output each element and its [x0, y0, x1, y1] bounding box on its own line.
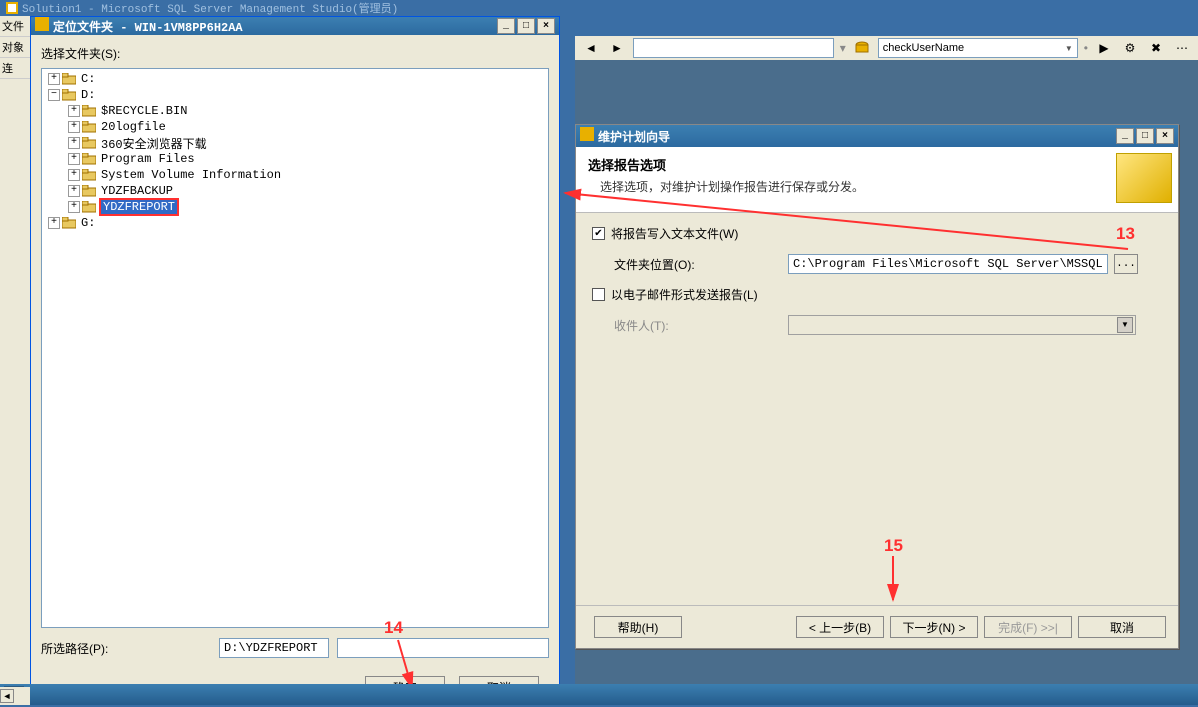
- annotation-14: 14: [384, 618, 403, 638]
- folder-icon: [82, 121, 96, 133]
- tree-item[interactable]: $RECYCLE.BIN: [99, 104, 189, 118]
- tree-item[interactable]: 20logfile: [99, 120, 168, 134]
- drive-icon: [62, 217, 76, 229]
- tree-item[interactable]: YDZFBACKUP: [99, 184, 175, 198]
- wizard-banner-icon: [1116, 153, 1172, 203]
- procedure-select[interactable]: checkUserName ▼: [878, 38, 1078, 58]
- expander-icon[interactable]: +: [68, 201, 80, 213]
- wizard-title: 维护计划向导: [598, 128, 670, 145]
- folder-dialog-icon: [35, 17, 49, 35]
- prev-button[interactable]: < 上一步(B): [796, 616, 884, 638]
- expander-icon[interactable]: +: [48, 217, 60, 229]
- execute-icon[interactable]: ▶: [1094, 38, 1114, 58]
- email-report-checkbox[interactable]: [592, 288, 605, 301]
- folder-icon: [82, 169, 96, 181]
- expander-icon[interactable]: +: [48, 73, 60, 85]
- tools-icon[interactable]: ✖: [1146, 38, 1166, 58]
- maintenance-wizard-dialog: 维护计划向导 _ □ × 选择报告选项 选择选项，对维护计划操作报告进行保存或分…: [575, 124, 1179, 649]
- annotation-13: 13: [1116, 224, 1135, 244]
- close-icon[interactable]: ×: [1156, 128, 1174, 144]
- more-icon[interactable]: ⋯: [1172, 38, 1192, 58]
- wizard-body: ✔ 将报告写入文本文件(W) 文件夹位置(O): ... 以电子邮件形式发送报告…: [576, 213, 1178, 605]
- toolbar: ◄ ► ▾ checkUserName ▼ • ▶ ⚙ ✖ ⋯: [575, 36, 1198, 60]
- expander-icon[interactable]: +: [68, 169, 80, 181]
- cancel-button[interactable]: 取消: [1078, 616, 1166, 638]
- minimize-icon[interactable]: _: [1116, 128, 1134, 144]
- wizard-icon: [580, 127, 594, 145]
- selected-path-label: 所选路径(P):: [41, 640, 211, 657]
- next-button[interactable]: 下一步(N) >: [890, 616, 978, 638]
- write-report-label: 将报告写入文本文件(W): [611, 225, 738, 242]
- folder-dialog-title: 定位文件夹 - WIN-1VM8PP6H2AA: [53, 18, 243, 35]
- select-folder-label: 选择文件夹(S):: [41, 45, 549, 62]
- folder-icon: [82, 153, 96, 165]
- folder-dialog-titlebar: 定位文件夹 - WIN-1VM8PP6H2AA _ □ ×: [31, 17, 559, 35]
- browse-button[interactable]: ...: [1114, 254, 1138, 274]
- folder-icon: [82, 137, 96, 149]
- folder-icon: [82, 201, 96, 213]
- tree-item[interactable]: C:: [79, 72, 97, 86]
- recipient-label: 收件人(T):: [592, 317, 782, 334]
- write-report-checkbox[interactable]: ✔: [592, 227, 605, 240]
- tree-item-selected[interactable]: YDZFREPORT: [99, 198, 179, 216]
- tree-item[interactable]: 360安全浏览器下载: [99, 135, 209, 152]
- folder-tree[interactable]: + C: − D: + $RECYCLE.BIN +20logfile +360安…: [41, 68, 549, 628]
- tree-item[interactable]: G:: [79, 216, 97, 230]
- expander-icon[interactable]: +: [68, 105, 80, 117]
- folder-picker-dialog: 定位文件夹 - WIN-1VM8PP6H2AA _ □ × 选择文件夹(S): …: [30, 16, 560, 696]
- finish-button: 完成(F) >>|: [984, 616, 1072, 638]
- expander-icon[interactable]: −: [48, 89, 60, 101]
- chevron-down-icon: ▼: [1117, 317, 1133, 333]
- annotation-15: 15: [884, 536, 903, 556]
- taskbar: [0, 684, 1198, 705]
- wizard-footer: 帮助(H) < 上一步(B) 下一步(N) > 完成(F) >>| 取消: [576, 605, 1178, 648]
- folder-location-input[interactable]: [788, 254, 1108, 274]
- main-app-title: Solution1 - Microsoft SQL Server Managem…: [22, 0, 398, 16]
- settings-icon[interactable]: ⚙: [1120, 38, 1140, 58]
- nav-fwd-icon[interactable]: ►: [607, 38, 627, 58]
- drive-icon: [62, 73, 76, 85]
- nav-back-icon[interactable]: ◄: [581, 38, 601, 58]
- help-button[interactable]: 帮助(H): [594, 616, 682, 638]
- wizard-header-title: 选择报告选项: [588, 155, 1166, 174]
- wizard-header-subtitle: 选择选项，对维护计划操作报告进行保存或分发。: [600, 178, 1166, 195]
- tree-item[interactable]: Program Files: [99, 152, 197, 166]
- left-panel-sliver: 文件 对象 连: [0, 16, 30, 705]
- minimize-icon[interactable]: _: [497, 18, 515, 34]
- app-icon: [6, 2, 18, 14]
- recipient-combo: ▼: [788, 315, 1136, 335]
- address-input[interactable]: [633, 38, 834, 58]
- maximize-icon[interactable]: □: [517, 18, 535, 34]
- folder-icon: [82, 105, 96, 117]
- selected-path-input[interactable]: [219, 638, 329, 658]
- hscroll[interactable]: ◄: [0, 687, 30, 705]
- maximize-icon[interactable]: □: [1136, 128, 1154, 144]
- expander-icon[interactable]: +: [68, 153, 80, 165]
- wizard-header: 选择报告选项 选择选项，对维护计划操作报告进行保存或分发。: [576, 147, 1178, 213]
- drive-icon: [62, 89, 76, 101]
- tree-item[interactable]: System Volume Information: [99, 168, 283, 182]
- expander-icon[interactable]: +: [68, 185, 80, 197]
- wizard-titlebar: 维护计划向导 _ □ ×: [576, 125, 1178, 147]
- email-report-label: 以电子邮件形式发送报告(L): [611, 286, 758, 303]
- folder-location-label: 文件夹位置(O):: [592, 256, 782, 273]
- tree-item[interactable]: D:: [79, 88, 97, 102]
- db-icon[interactable]: [852, 38, 872, 58]
- folder-icon: [82, 185, 96, 197]
- close-icon[interactable]: ×: [537, 18, 555, 34]
- expander-icon[interactable]: +: [68, 121, 80, 133]
- main-app-titlebar: Solution1 - Microsoft SQL Server Managem…: [0, 0, 1198, 16]
- expander-icon[interactable]: +: [68, 137, 80, 149]
